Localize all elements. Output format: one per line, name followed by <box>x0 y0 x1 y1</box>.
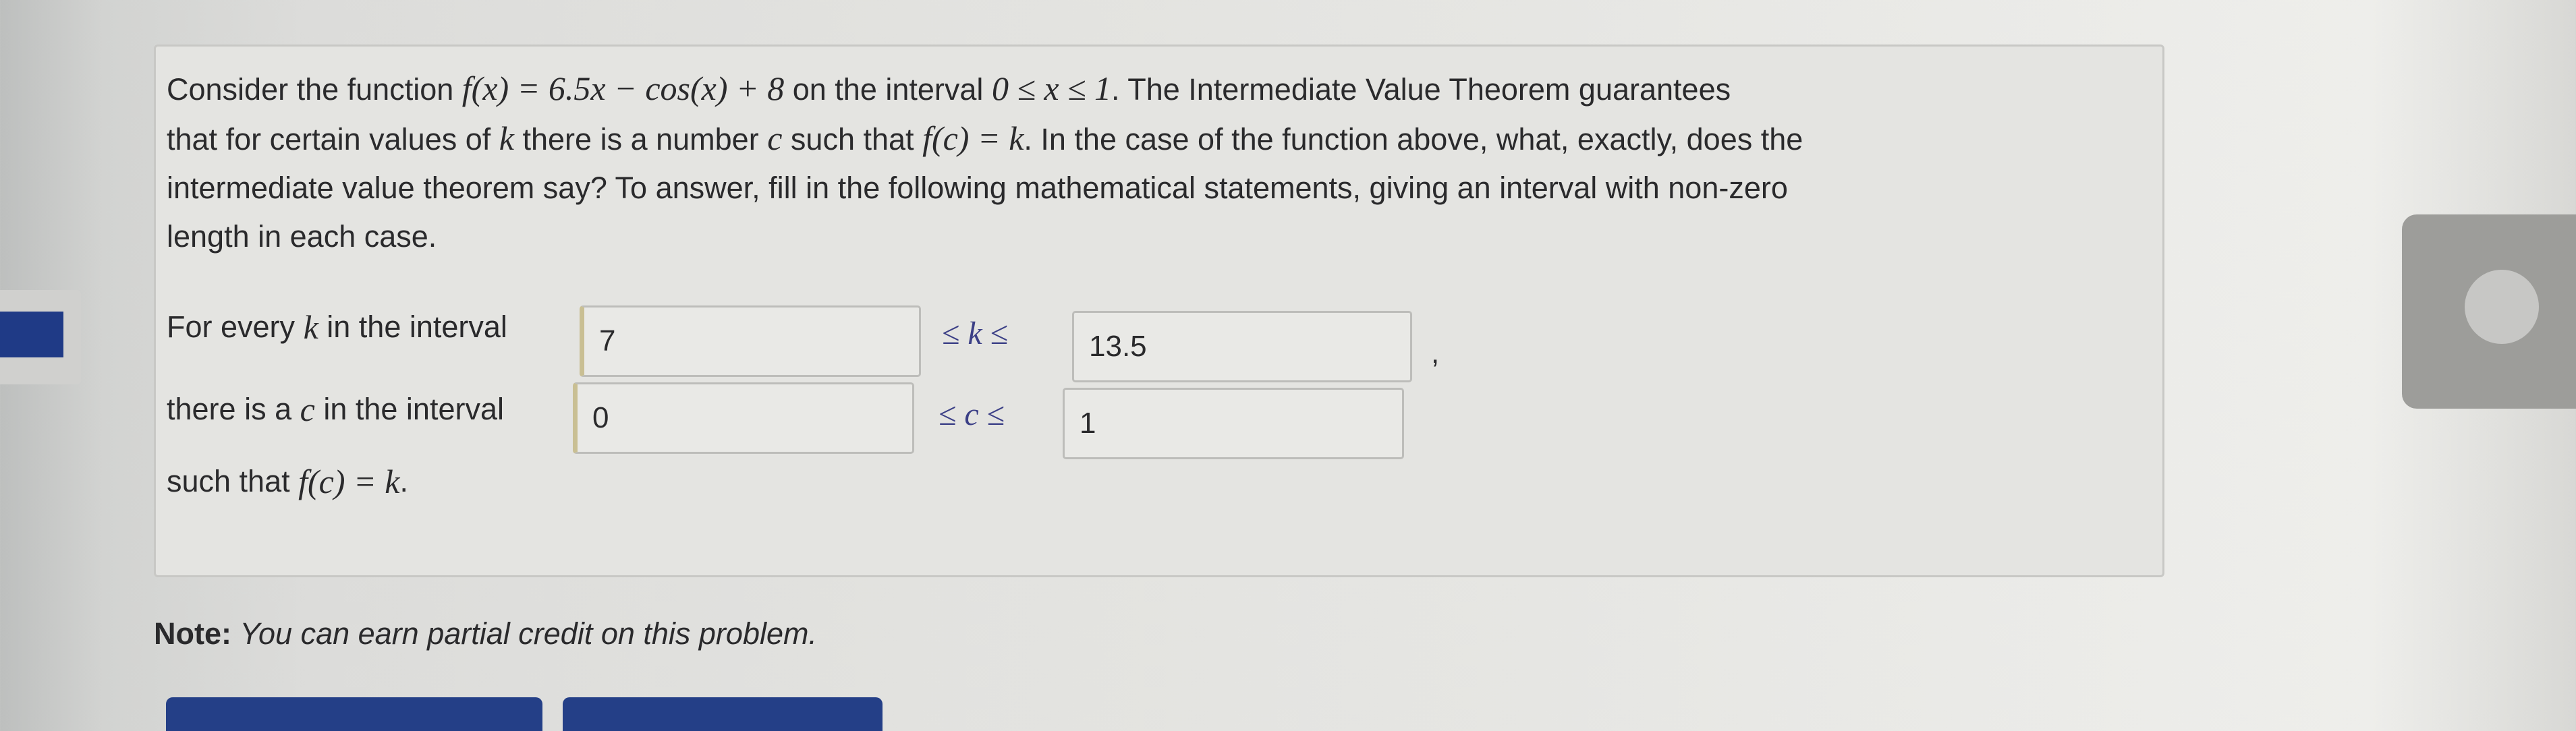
k-row-comma: , <box>1431 337 1440 370</box>
f-c-equals-k: f(c) = k <box>922 119 1024 157</box>
problem-statement: Consider the function f(x) = 6.5x − cos(… <box>167 64 2137 261</box>
intro-text: Consider the function <box>167 72 454 107</box>
c-symbol: c <box>300 390 315 428</box>
c-row-label: there is a c in the interval <box>167 390 504 429</box>
statement-line-3: intermediate value theorem say? To answe… <box>167 171 1788 205</box>
such-that-text: such that <box>167 464 290 498</box>
k-symbol: k <box>303 308 318 346</box>
function-definition: f(x) = 6.5x − cos(x) + 8 <box>461 69 785 107</box>
on-interval-text: on the interval <box>792 72 984 107</box>
theorem-text: . The Intermediate Value Theorem guarant… <box>1111 72 1731 107</box>
problem-box: Consider the function f(x) = 6.5x − cos(… <box>154 45 2164 577</box>
c-label-b: in the interval <box>323 392 504 426</box>
statement-line-4: length in each case. <box>167 219 437 254</box>
k-variable: k <box>499 119 514 157</box>
k-label-b: in the interval <box>327 310 507 344</box>
left-nav-tab[interactable] <box>0 312 63 357</box>
widget-circle-icon <box>2465 270 2539 344</box>
note-label: Note: <box>154 616 231 651</box>
final-period: . <box>399 464 408 498</box>
submit-answers-button[interactable] <box>563 697 883 731</box>
final-equation: f(c) = k <box>298 463 400 500</box>
preview-answers-button[interactable] <box>166 697 542 731</box>
c-lower-bound-input[interactable] <box>573 382 914 454</box>
k-inequality: ≤ k ≤ <box>942 316 1008 351</box>
c-upper-bound-input[interactable] <box>1063 388 1404 459</box>
k-label-a: For every <box>167 310 296 344</box>
k-upper-bound-input[interactable] <box>1072 311 1412 382</box>
statement-line-1: Consider the function f(x) = 6.5x − cos(… <box>167 64 2137 114</box>
c-variable: c <box>767 119 783 157</box>
line2-text-c: such that <box>790 122 914 156</box>
k-row-label: For every k in the interval <box>167 308 507 347</box>
line2-text-d: . In the case of the function above, wha… <box>1024 122 1803 156</box>
line2-text-a: that for certain values of <box>167 122 491 156</box>
partial-credit-note: Note: You can earn partial credit on thi… <box>154 616 817 651</box>
line2-text-b: there is a number <box>522 122 759 156</box>
such-that-line: such that f(c) = k. <box>167 462 408 501</box>
statement-line-2: that for certain values of k there is a … <box>167 114 2137 164</box>
c-inequality: ≤ c ≤ <box>939 397 1005 432</box>
k-lower-bound-input[interactable] <box>580 305 921 377</box>
domain-interval: 0 ≤ x ≤ 1 <box>991 69 1112 107</box>
note-text: You can earn partial credit on this prob… <box>240 616 817 651</box>
c-label-a: there is a <box>167 392 292 426</box>
